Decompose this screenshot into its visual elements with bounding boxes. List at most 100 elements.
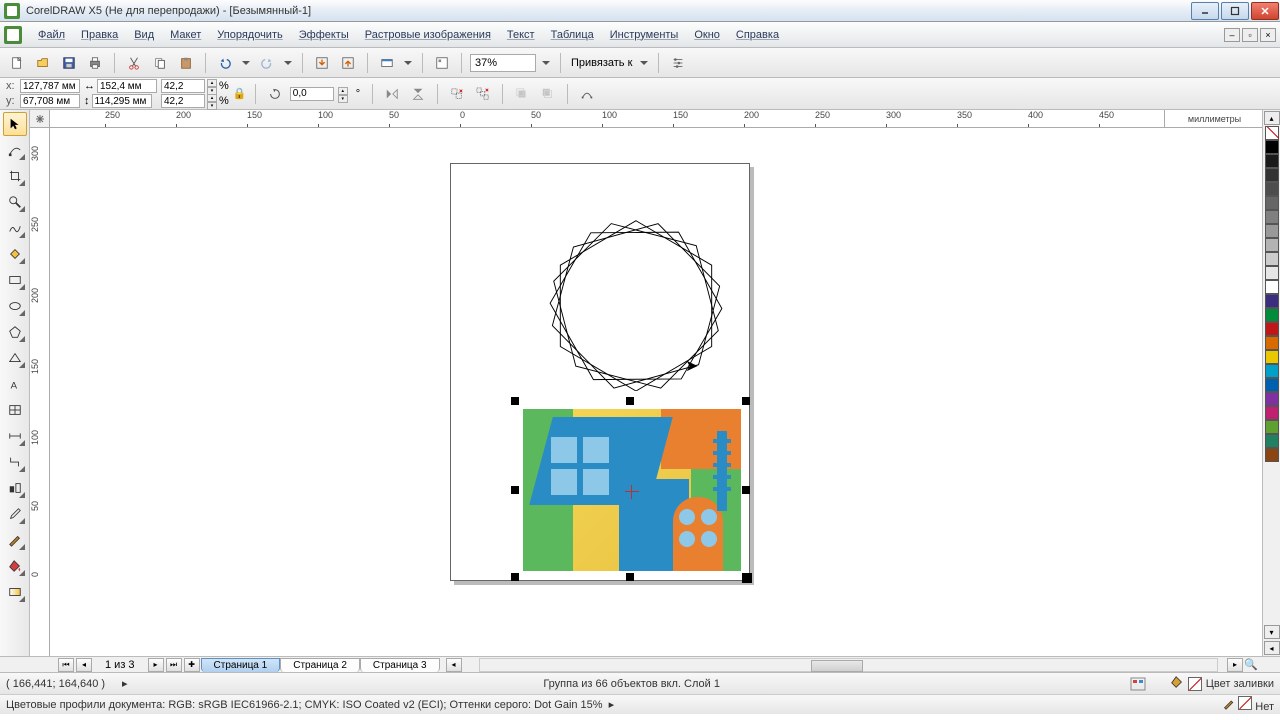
- color-swatch[interactable]: [1265, 168, 1279, 182]
- redo-button[interactable]: [256, 52, 278, 74]
- color-swatch[interactable]: [1265, 322, 1279, 336]
- color-swatch[interactable]: [1265, 196, 1279, 210]
- fill-swatch[interactable]: [1188, 677, 1202, 691]
- convert-curves-button[interactable]: [576, 83, 598, 105]
- ungroup-all-button[interactable]: [472, 83, 494, 105]
- scale-y-input[interactable]: [161, 94, 205, 108]
- color-swatch[interactable]: [1265, 378, 1279, 392]
- palette-up-button[interactable]: ▴: [1264, 111, 1280, 125]
- scale-x-input[interactable]: [161, 79, 205, 93]
- color-swatch[interactable]: [1265, 420, 1279, 434]
- x-position-input[interactable]: [20, 79, 80, 93]
- color-swatch[interactable]: [1265, 210, 1279, 224]
- new-button[interactable]: [6, 52, 28, 74]
- no-color-swatch[interactable]: [1265, 126, 1279, 140]
- paste-button[interactable]: [175, 52, 197, 74]
- mirror-h-button[interactable]: [381, 83, 403, 105]
- star-polygon-object[interactable]: [541, 216, 731, 391]
- rotation-input[interactable]: [290, 87, 334, 101]
- menu-help[interactable]: Справка: [728, 25, 787, 45]
- menu-file[interactable]: Файл: [30, 25, 73, 45]
- outline-pen-icon[interactable]: [1223, 701, 1235, 713]
- selection-handle-tr[interactable]: [742, 397, 750, 405]
- menu-arrange[interactable]: Упорядочить: [209, 25, 290, 45]
- welcome-button[interactable]: [431, 52, 453, 74]
- page-tab-3[interactable]: Страница 3: [360, 658, 440, 672]
- options-button[interactable]: [667, 52, 689, 74]
- menu-text[interactable]: Текст: [499, 25, 543, 45]
- to-front-button[interactable]: [511, 83, 533, 105]
- color-swatch[interactable]: [1265, 364, 1279, 378]
- export-button[interactable]: [337, 52, 359, 74]
- selection-handle-bc[interactable]: [626, 573, 634, 581]
- color-swatch[interactable]: [1265, 280, 1279, 294]
- crop-tool[interactable]: [3, 164, 27, 188]
- doc-palette-icon[interactable]: [1130, 677, 1146, 691]
- open-button[interactable]: [32, 52, 54, 74]
- mirror-v-button[interactable]: [407, 83, 429, 105]
- add-page-button[interactable]: ✚: [184, 658, 200, 672]
- save-button[interactable]: [58, 52, 80, 74]
- next-page-button[interactable]: ▸: [148, 658, 164, 672]
- menu-edit[interactable]: Правка: [73, 25, 126, 45]
- freehand-tool[interactable]: [3, 216, 27, 240]
- hscroll-left-button[interactable]: ◂: [446, 658, 462, 672]
- y-position-input[interactable]: [20, 94, 80, 108]
- menu-window[interactable]: Окно: [686, 25, 728, 45]
- selection-center-mark[interactable]: [629, 489, 635, 495]
- vertical-ruler[interactable]: 300250200150100500: [30, 128, 50, 656]
- polygon-tool[interactable]: [3, 320, 27, 344]
- app-menu-icon[interactable]: [4, 26, 22, 44]
- redo-dropdown[interactable]: [282, 52, 294, 74]
- color-swatch[interactable]: [1265, 350, 1279, 364]
- close-button[interactable]: [1251, 2, 1279, 20]
- table-tool[interactable]: [3, 398, 27, 422]
- launch-dropdown[interactable]: [402, 52, 414, 74]
- undo-dropdown[interactable]: [240, 52, 252, 74]
- hscroll-right-button[interactable]: ▸: [1227, 658, 1243, 672]
- cut-button[interactable]: [123, 52, 145, 74]
- horizontal-ruler[interactable]: 2502001501005005010015020025030035040045…: [50, 110, 1234, 128]
- doc-restore-button[interactable]: ▫: [1242, 28, 1258, 42]
- fill-bucket-icon[interactable]: [1170, 675, 1184, 692]
- zoom-tool[interactable]: [3, 190, 27, 214]
- outline-tool[interactable]: [3, 528, 27, 552]
- color-swatch[interactable]: [1265, 266, 1279, 280]
- horizontal-scrollbar[interactable]: [479, 658, 1218, 672]
- color-swatch[interactable]: [1265, 140, 1279, 154]
- color-swatch[interactable]: [1265, 238, 1279, 252]
- selection-handle-tc[interactable]: [626, 397, 634, 405]
- menu-view[interactable]: Вид: [126, 25, 162, 45]
- selection-handle-bl[interactable]: [511, 573, 519, 581]
- page-tab-2[interactable]: Страница 2: [280, 658, 360, 672]
- shape-tool[interactable]: [3, 138, 27, 162]
- menu-tools[interactable]: Инструменты: [602, 25, 687, 45]
- height-input[interactable]: [92, 94, 152, 108]
- menu-effects[interactable]: Эффекты: [291, 25, 357, 45]
- color-swatch[interactable]: [1265, 182, 1279, 196]
- smart-fill-tool[interactable]: [3, 242, 27, 266]
- to-back-button[interactable]: [537, 83, 559, 105]
- interactive-fill-tool[interactable]: [3, 580, 27, 604]
- text-tool[interactable]: A: [3, 372, 27, 396]
- color-swatch[interactable]: [1265, 224, 1279, 238]
- launch-button[interactable]: [376, 52, 398, 74]
- color-swatch[interactable]: [1265, 406, 1279, 420]
- profile-flyout-icon[interactable]: ▸: [603, 698, 621, 711]
- color-swatch[interactable]: [1265, 294, 1279, 308]
- ruler-origin[interactable]: [30, 110, 50, 128]
- palette-down-button[interactable]: ▾: [1264, 625, 1280, 639]
- doc-close-button[interactable]: ×: [1260, 28, 1276, 42]
- width-input[interactable]: [97, 79, 157, 93]
- print-button[interactable]: [84, 52, 106, 74]
- lock-ratio-button[interactable]: 🔒: [233, 81, 247, 107]
- selection-handle-mr[interactable]: [742, 486, 750, 494]
- first-page-button[interactable]: ⏮: [58, 658, 74, 672]
- copy-button[interactable]: [149, 52, 171, 74]
- pick-tool[interactable]: [3, 112, 27, 136]
- zoom-input[interactable]: [470, 54, 536, 72]
- prev-page-button[interactable]: ◂: [76, 658, 92, 672]
- palette-flyout-button[interactable]: ◂: [1264, 641, 1280, 655]
- menu-layout[interactable]: Макет: [162, 25, 209, 45]
- fill-tool[interactable]: [3, 554, 27, 578]
